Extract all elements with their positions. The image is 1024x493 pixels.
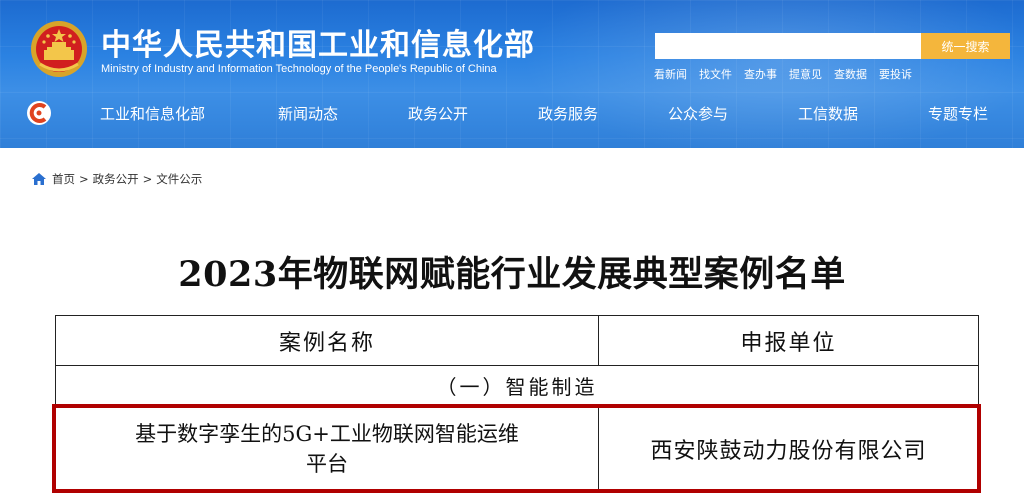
quick-link-services[interactable]: 查办事 [744, 66, 777, 82]
nav-item-government-services[interactable]: 政务服务 [538, 103, 598, 124]
site-subtitle: Ministry of Industry and Information Tec… [101, 63, 497, 75]
search-input[interactable] [655, 33, 921, 59]
nav-item-public-participation[interactable]: 公众参与 [668, 103, 728, 124]
national-emblem-icon[interactable] [30, 20, 88, 78]
case-name-line-1: 基于数字孪生的5G+工业物联网智能运维 [135, 421, 519, 446]
nav-item-ministry[interactable]: 工业和信息化部 [100, 103, 205, 124]
column-header-case-name: 案例名称 [55, 315, 599, 366]
nav-item-news[interactable]: 新闻动态 [278, 103, 338, 124]
document-title: 2023年物联网赋能行业发展典型案例名单 [178, 254, 846, 295]
main-nav: 工业和信息化部 新闻动态 政务公开 政务服务 公众参与 工信数据 专题专栏 [0, 96, 1024, 130]
table-section-row: （一）智能制造 [55, 365, 979, 406]
case-name-line-2: 平台 [306, 451, 348, 476]
table-row: 基于数字孪生的5G+工业物联网智能运维 平台 西安陕鼓动力股份有限公司 [55, 405, 979, 492]
site-header: 中华人民共和国工业和信息化部 Ministry of Industry and … [0, 0, 1024, 148]
table-header-row: 案例名称 申报单位 [55, 315, 979, 366]
case-list-table: 案例名称 申报单位 （一）智能制造 基于数字孪生的5G+工业物联网智能运维 平台… [55, 315, 979, 492]
quick-links: 看新闻 找文件 查办事 提意见 查数据 要投诉 [654, 66, 924, 82]
nav-item-government-affairs[interactable]: 政务公开 [408, 103, 468, 124]
search-button[interactable]: 统一搜索 [921, 33, 1010, 59]
breadcrumb-separator: > [142, 172, 153, 186]
site-title[interactable]: 中华人民共和国工业和信息化部 [101, 20, 535, 64]
breadcrumb-home[interactable]: 首页 [52, 171, 75, 187]
quick-link-documents[interactable]: 找文件 [699, 66, 732, 82]
breadcrumb-government-affairs[interactable]: 政务公开 [93, 171, 139, 187]
unit-cell: 西安陕鼓动力股份有限公司 [598, 405, 979, 492]
quick-link-data[interactable]: 查数据 [834, 66, 867, 82]
breadcrumb: 首页 > 政务公开 > 文件公示 [32, 171, 202, 187]
breadcrumb-separator: > [79, 172, 89, 186]
nav-item-data[interactable]: 工信数据 [798, 103, 858, 124]
quick-link-complaint[interactable]: 要投诉 [879, 66, 912, 82]
breadcrumb-file-notice[interactable]: 文件公示 [156, 171, 202, 187]
case-name-cell: 基于数字孪生的5G+工业物联网智能运维 平台 [55, 405, 599, 492]
quick-link-feedback[interactable]: 提意见 [789, 66, 822, 82]
column-header-unit: 申报单位 [598, 315, 979, 366]
section-label: （一）智能制造 [55, 365, 979, 406]
nav-item-special-topics[interactable]: 专题专栏 [928, 103, 988, 124]
home-icon [32, 173, 46, 185]
quick-link-news[interactable]: 看新闻 [654, 66, 687, 82]
